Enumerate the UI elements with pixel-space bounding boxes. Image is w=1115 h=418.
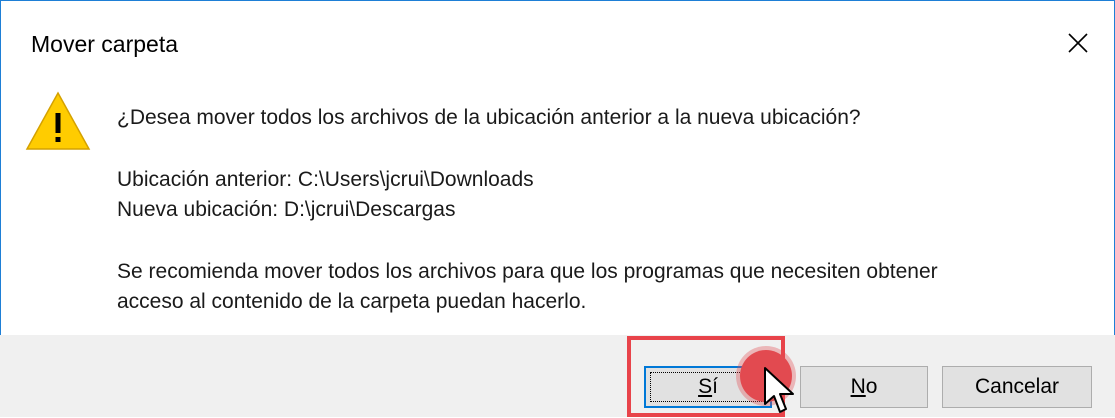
old-location-text: Ubicación anterior: C:\Users\jcrui\Downl… bbox=[117, 168, 534, 191]
no-label: No bbox=[850, 375, 878, 398]
close-icon bbox=[1068, 33, 1088, 53]
title-bar: Mover carpeta bbox=[1, 1, 1114, 83]
message-body: ¿Desea mover todos los archivos de la ub… bbox=[117, 103, 1077, 317]
cancel-button[interactable]: Cancelar bbox=[942, 366, 1092, 408]
warning-icon bbox=[25, 91, 91, 150]
close-button[interactable] bbox=[1056, 23, 1100, 63]
mouse-pointer-icon bbox=[764, 367, 794, 413]
dialog-title: Mover carpeta bbox=[31, 31, 179, 57]
new-location-text: Nueva ubicación: D:\jcrui\Descargas bbox=[117, 198, 456, 221]
locations-block: Ubicación anterior: C:\Users\jcrui\Downl… bbox=[117, 165, 1077, 225]
recommendation-line-1: Se recomienda mover todos los archivos p… bbox=[117, 260, 938, 283]
recommendation-line-2: acceso al contenido de la carpeta puedan… bbox=[117, 290, 587, 313]
question-text: ¿Desea mover todos los archivos de la ub… bbox=[117, 106, 861, 129]
no-button[interactable]: No bbox=[800, 366, 928, 408]
